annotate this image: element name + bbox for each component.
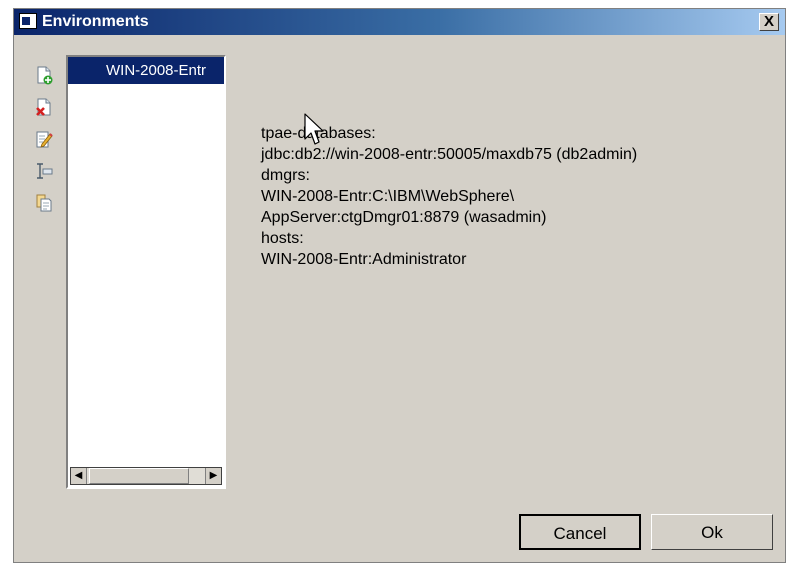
- environments-dialog: Environments X WIN-2008-Entr ◀ ▶ tpae-da…: [13, 8, 786, 563]
- edit-environment-icon[interactable]: [34, 129, 54, 149]
- details-line: WIN-2008-Entr:C:\IBM\WebSphere\: [261, 188, 515, 205]
- scroll-left-button[interactable]: ◀: [71, 468, 87, 484]
- ok-button[interactable]: Ok: [651, 514, 773, 550]
- details-line: WIN-2008-Entr:Administrator: [261, 251, 467, 268]
- environment-list-item[interactable]: WIN-2008-Entr: [68, 57, 224, 84]
- delete-environment-icon[interactable]: [34, 97, 54, 117]
- details-line: jdbc:db2://win-2008-entr:50005/maxdb75 (…: [261, 146, 638, 163]
- details-line: dmgrs:: [261, 167, 310, 184]
- horizontal-scrollbar[interactable]: ◀ ▶: [70, 467, 222, 485]
- scrollbar-thumb[interactable]: [89, 468, 189, 484]
- cancel-button[interactable]: Cancel: [519, 514, 641, 550]
- rename-environment-icon[interactable]: [34, 161, 54, 181]
- screen: Environments X WIN-2008-Entr ◀ ▶ tpae-da…: [0, 0, 790, 569]
- environment-toolbar: [34, 65, 56, 225]
- title-bar[interactable]: Environments X: [14, 9, 785, 35]
- add-environment-icon[interactable]: [34, 65, 54, 85]
- scroll-right-button[interactable]: ▶: [205, 468, 221, 484]
- details-line: AppServer:ctgDmgr01:8879 (wasadmin): [261, 209, 547, 226]
- copy-environment-icon[interactable]: [34, 193, 54, 213]
- window-icon: [19, 13, 37, 29]
- close-button[interactable]: X: [759, 13, 779, 31]
- window-title: Environments: [42, 13, 149, 30]
- details-line: hosts:: [261, 230, 304, 247]
- environment-list[interactable]: WIN-2008-Entr ◀ ▶: [66, 55, 226, 489]
- mouse-cursor-icon: [304, 113, 324, 145]
